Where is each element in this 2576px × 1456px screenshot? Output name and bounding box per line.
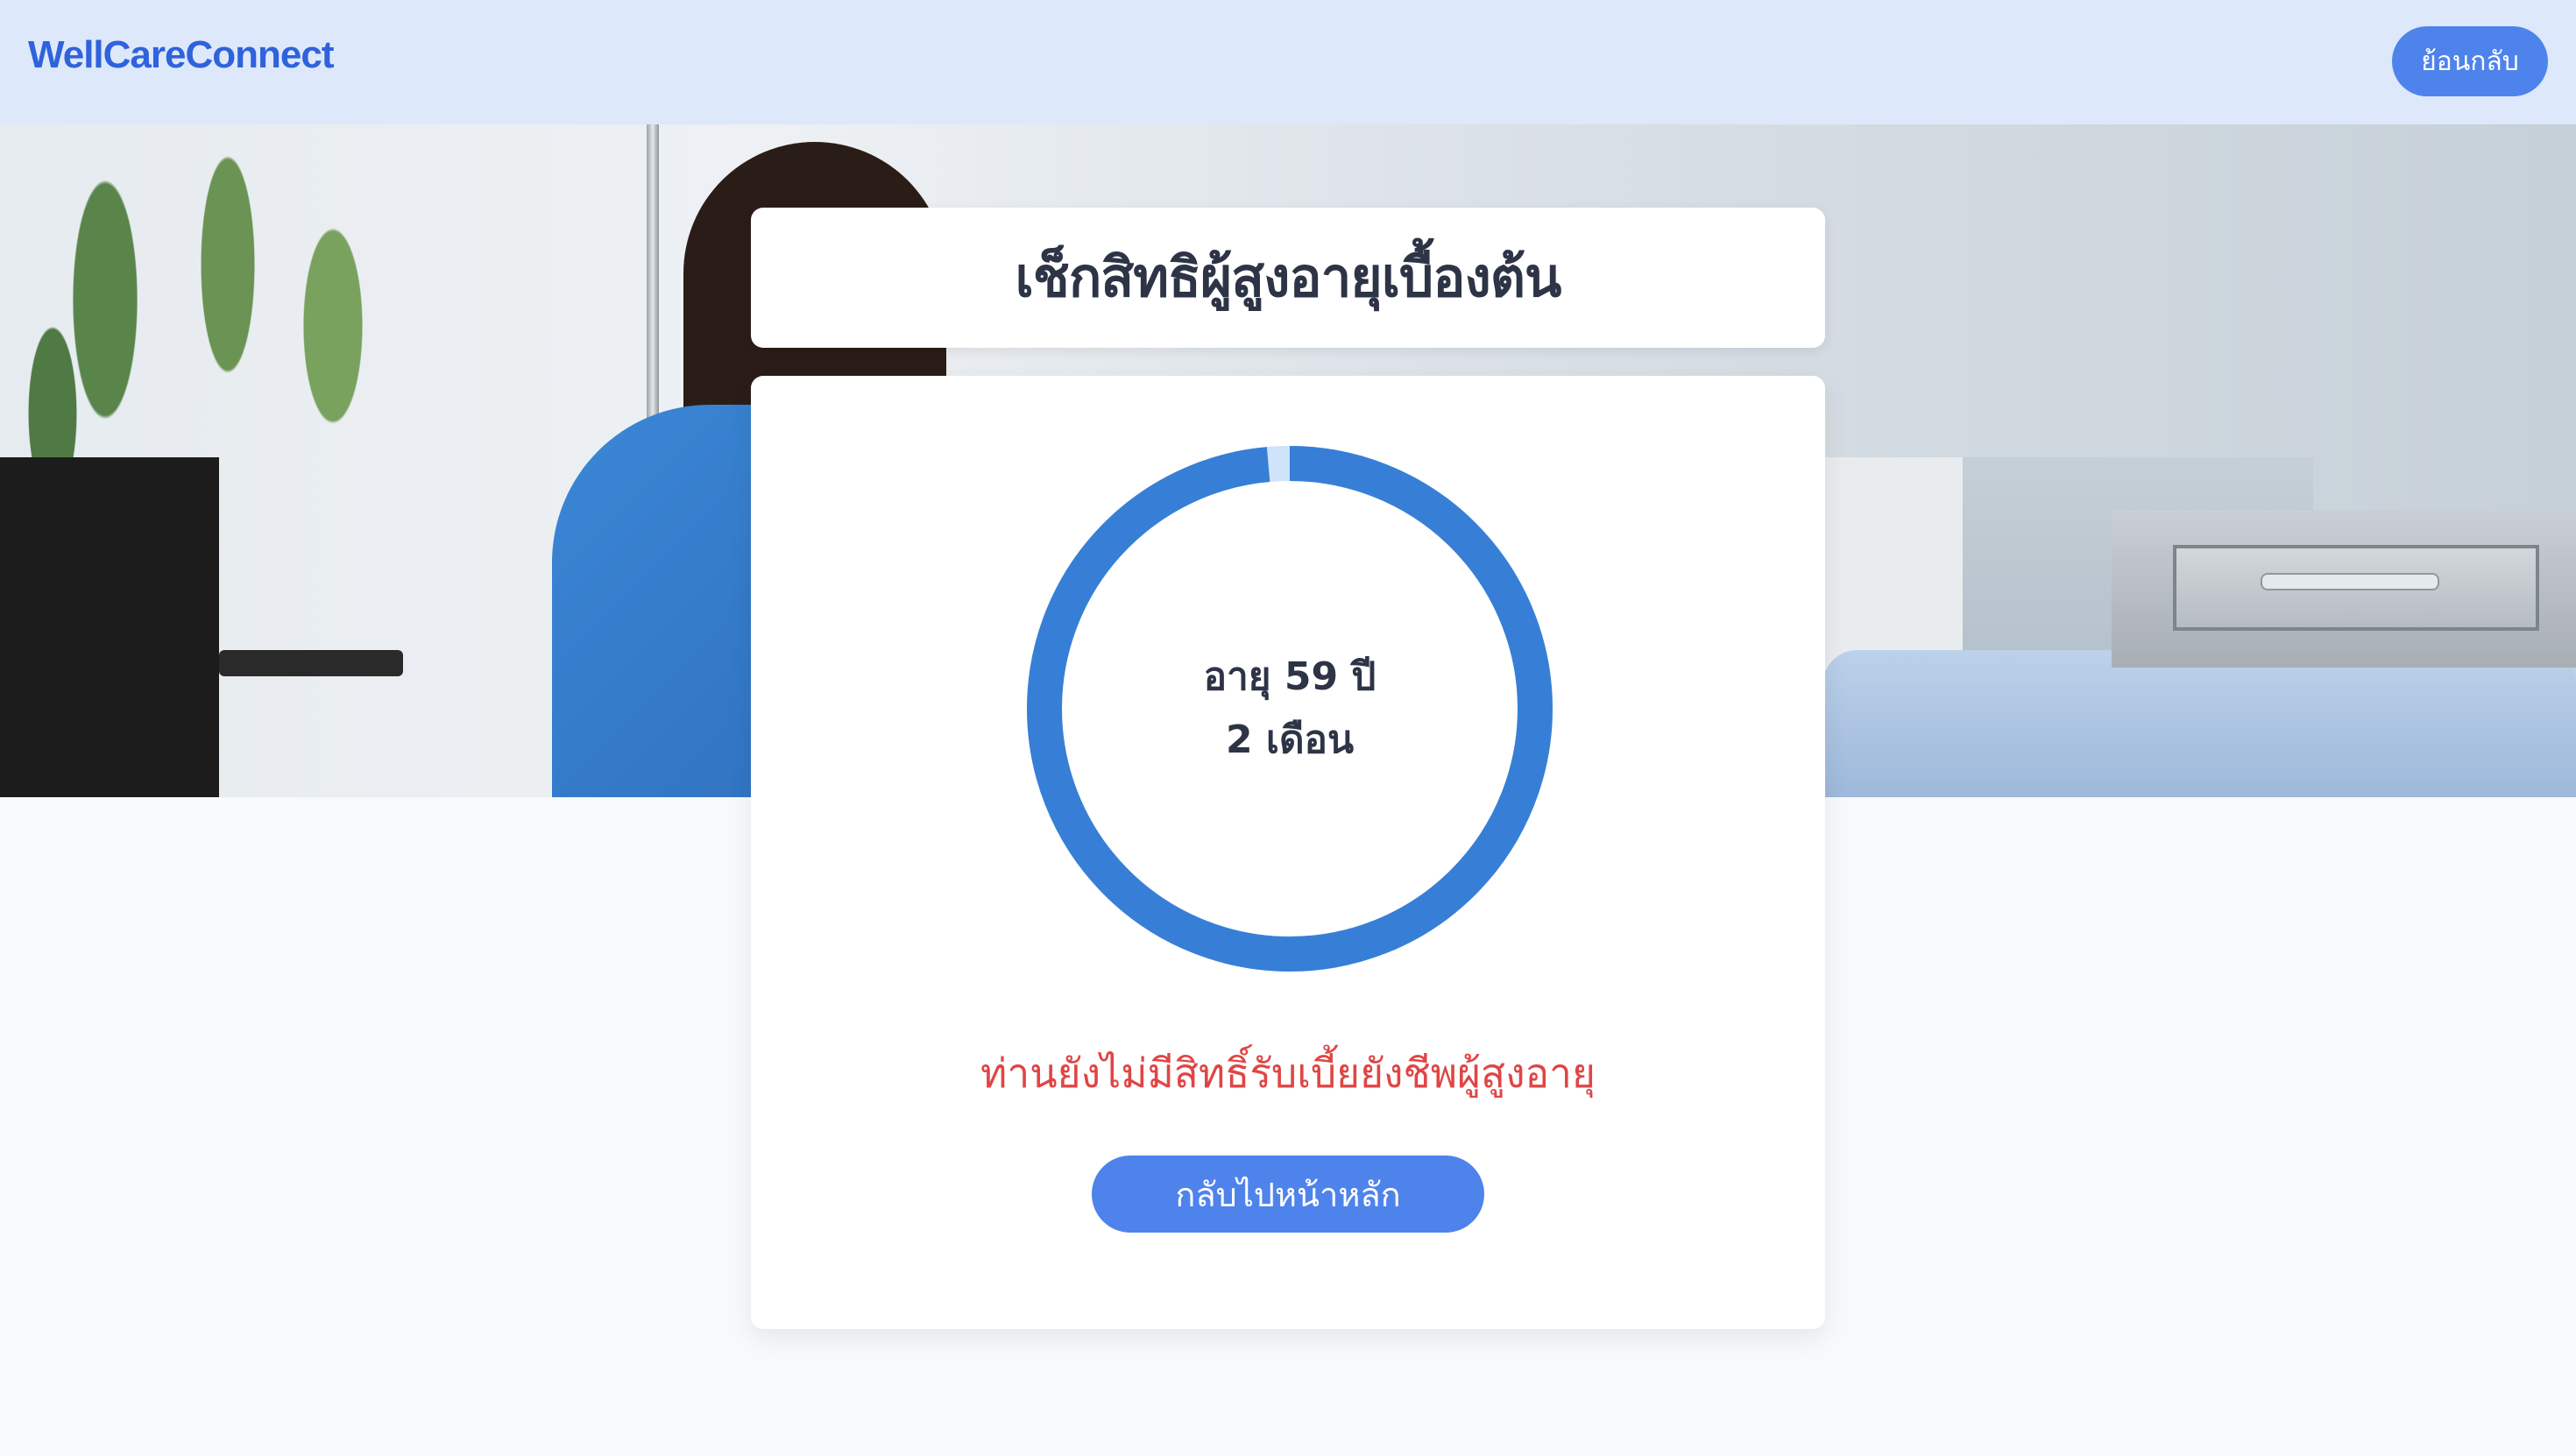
age-months-text: 2 เดือน bbox=[1225, 717, 1355, 762]
top-header: WellCareConnect ย้อนกลับ bbox=[0, 0, 2576, 124]
age-progress-ring: อายุ 59 ปี 2 เดือน bbox=[1023, 442, 1557, 976]
back-button[interactable]: ย้อนกลับ bbox=[2392, 26, 2548, 96]
blanket-decoration bbox=[1822, 650, 2576, 797]
cabinet-handle-decoration bbox=[2261, 573, 2439, 590]
wheelchair-frame-decoration bbox=[219, 650, 403, 676]
title-card: เช็กสิทธิผู้สูงอายุเบื้องต้น bbox=[751, 208, 1825, 348]
result-card: อายุ 59 ปี 2 เดือน ท่านยังไม่มีสิทธิ์รับ… bbox=[751, 376, 1825, 1329]
age-years-text: อายุ 59 ปี bbox=[1203, 654, 1376, 699]
brand-logo[interactable]: WellCareConnect bbox=[28, 33, 334, 77]
back-to-home-button[interactable]: กลับไปหน้าหลัก bbox=[1092, 1156, 1484, 1233]
page-title: เช็กสิทธิผู้สูงอายุเบื้องต้น bbox=[1015, 245, 1562, 309]
age-label: อายุ 59 ปี 2 เดือน bbox=[1023, 442, 1557, 976]
wheelchair-decoration bbox=[0, 457, 219, 797]
eligibility-status-message: ท่านยังไม่มีสิทธิ์รับเบี้ยยังชีพผู้สูงอา… bbox=[980, 1050, 1596, 1097]
